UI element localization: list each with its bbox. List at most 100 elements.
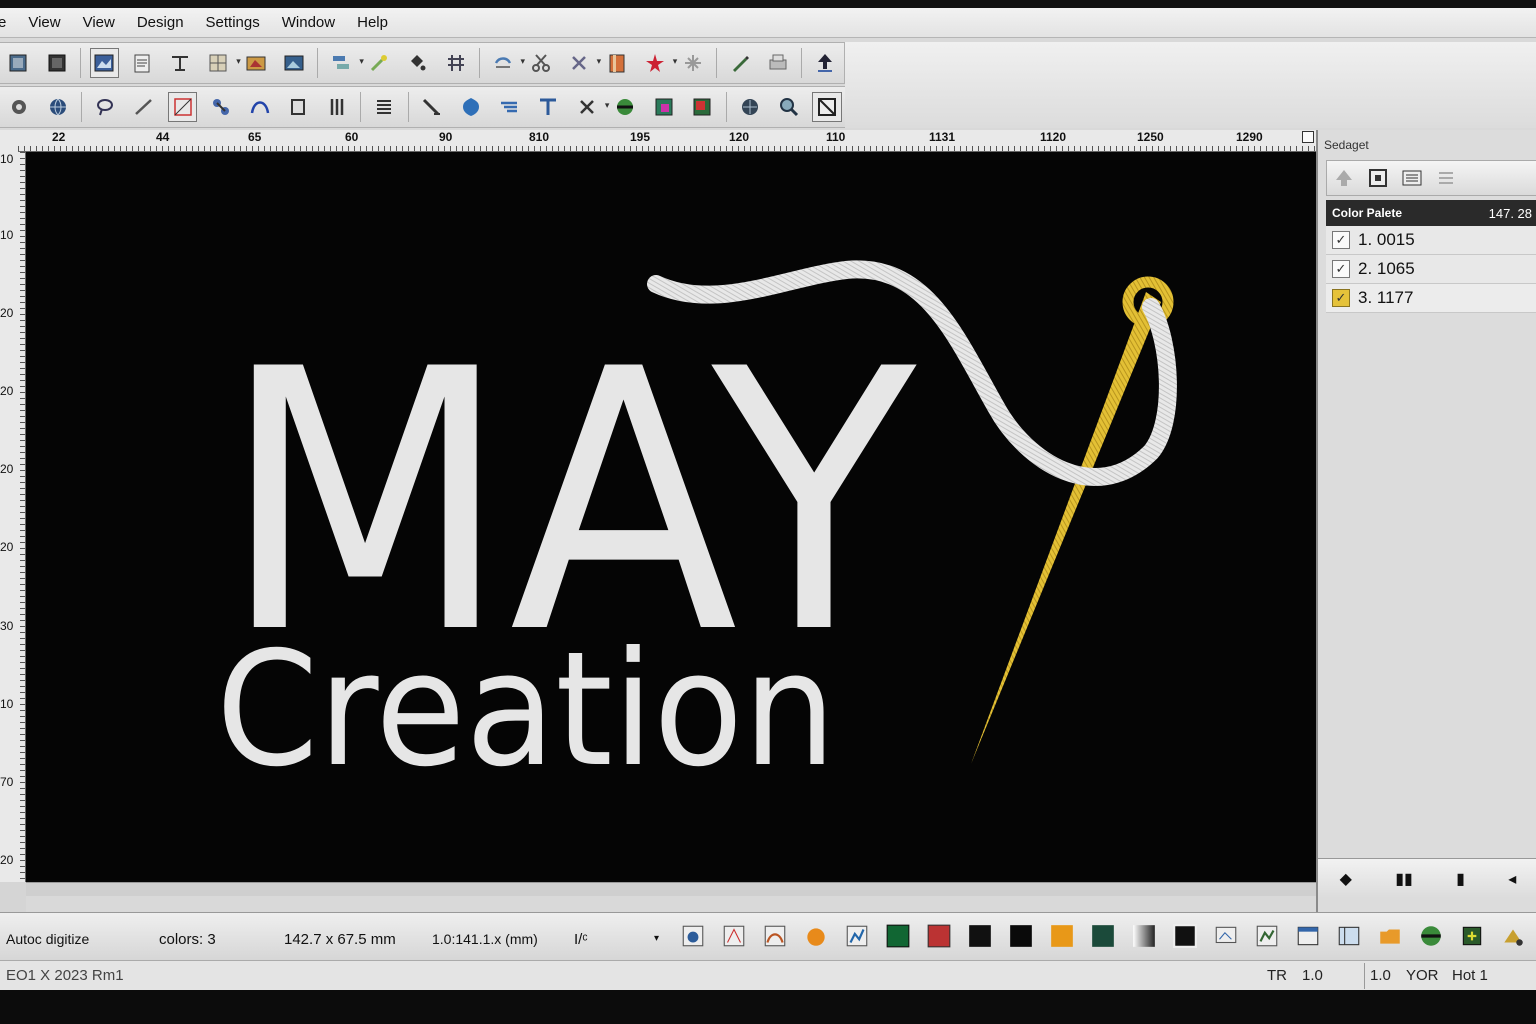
help-icon[interactable]: [1498, 921, 1528, 951]
horizontal-scrollbar[interactable]: [26, 882, 1316, 896]
ruler-label: 1290: [1236, 130, 1263, 144]
palette-color-row[interactable]: ✓ 1. 0015: [1326, 226, 1536, 255]
toolbar-background: [845, 42, 1536, 128]
book-icon[interactable]: [602, 48, 631, 78]
nav-last-button[interactable]: ◂: [1508, 869, 1516, 889]
document-icon[interactable]: [128, 48, 157, 78]
color-label: 3. 1177: [1358, 288, 1414, 307]
pencil-icon[interactable]: [725, 48, 754, 78]
frame-icon[interactable]: [1366, 166, 1390, 190]
print-icon[interactable]: [763, 48, 792, 78]
palette-color-row[interactable]: ✓ 3. 1177: [1326, 284, 1536, 313]
palette-value: 147. 28: [1488, 205, 1532, 221]
nav-next-button[interactable]: ▮: [1456, 869, 1465, 889]
star-icon[interactable]: [640, 48, 677, 78]
hoop-icon[interactable]: [812, 92, 842, 122]
arrow-up-icon[interactable]: [1332, 166, 1356, 190]
folder-icon[interactable]: [1375, 921, 1405, 951]
pattern-fill-icon[interactable]: [649, 92, 679, 122]
text-style-icon[interactable]: [166, 48, 195, 78]
sparkle-icon[interactable]: [678, 48, 707, 78]
node-edit-icon[interactable]: [206, 92, 236, 122]
satin-icon[interactable]: [370, 92, 400, 122]
motif-icon[interactable]: [688, 92, 718, 122]
pattern-icon[interactable]: [204, 48, 241, 78]
orange-shape-icon[interactable]: [801, 921, 831, 951]
cut-icon[interactable]: [564, 48, 601, 78]
layers-icon[interactable]: [1334, 921, 1364, 951]
run-stitch-icon[interactable]: [417, 92, 447, 122]
orange-swatch-icon[interactable]: [1047, 921, 1077, 951]
panel-toolbar: [1326, 160, 1536, 196]
menu-view-2[interactable]: View: [72, 8, 126, 38]
red-swatch-icon[interactable]: [924, 921, 954, 951]
palette-color-row[interactable]: ✓ 2. 1065: [1326, 255, 1536, 284]
open-icon[interactable]: [43, 48, 72, 78]
black-swatch-icon[interactable]: [965, 921, 995, 951]
text-tool-icon[interactable]: [533, 92, 563, 122]
appliqué-icon[interactable]: [610, 92, 640, 122]
black-swatch-icon[interactable]: [1006, 921, 1036, 951]
status-divider: [1364, 963, 1365, 989]
stitch-sim-icon[interactable]: [678, 921, 708, 951]
details-icon[interactable]: [1434, 166, 1458, 190]
new-icon[interactable]: [5, 48, 34, 78]
frame-swatch-icon[interactable]: [1170, 921, 1200, 951]
magic-wand-icon[interactable]: [365, 48, 394, 78]
stats-icon[interactable]: [1252, 921, 1282, 951]
fill-stitch-icon[interactable]: [495, 92, 525, 122]
color-checkbox[interactable]: ✓: [1332, 231, 1350, 249]
scissors-icon[interactable]: [526, 48, 555, 78]
nav-first-button[interactable]: ◆: [1340, 869, 1352, 889]
status-bar: Autoc digitize colors: 3 142.7 x 67.5 mm…: [0, 912, 1536, 960]
picture-icon[interactable]: [280, 48, 309, 78]
align-icon[interactable]: [327, 48, 364, 78]
menu-view[interactable]: View: [17, 8, 71, 38]
upload-icon[interactable]: [810, 48, 839, 78]
ruler-label: 20: [0, 462, 14, 476]
chevron-down-icon[interactable]: ▾: [654, 933, 659, 944]
list-view-icon[interactable]: [1400, 166, 1424, 190]
column-icon[interactable]: [322, 92, 352, 122]
shield-icon[interactable]: [456, 92, 486, 122]
trace-icon[interactable]: [719, 921, 749, 951]
window-icon[interactable]: [1293, 921, 1323, 951]
panel-navigation: ◆ ▮▮ ▮ ◂: [1318, 858, 1536, 898]
color-wheel-icon[interactable]: [1416, 921, 1446, 951]
design-canvas[interactable]: MAY Creation: [26, 152, 1316, 882]
gear-icon[interactable]: [5, 92, 35, 122]
green-swatch-icon[interactable]: [883, 921, 913, 951]
toolbar-separator: [800, 48, 802, 78]
shape-tool-icon[interactable]: [284, 92, 314, 122]
monitor-bezel-bottom: [0, 990, 1536, 1024]
ruler-label: 20: [0, 540, 14, 554]
menu-settings[interactable]: Settings: [195, 8, 271, 38]
ruler-end-box[interactable]: [1302, 131, 1314, 143]
fill-bucket-icon[interactable]: [403, 48, 432, 78]
line-tool-icon[interactable]: [129, 92, 159, 122]
menu-design[interactable]: Design: [126, 8, 195, 38]
photo-edit-icon[interactable]: [242, 48, 271, 78]
teal-swatch-icon[interactable]: [1088, 921, 1118, 951]
menu-help[interactable]: Help: [346, 8, 399, 38]
color-checkbox[interactable]: ✓: [1332, 289, 1350, 307]
menu-window[interactable]: Window: [271, 8, 346, 38]
color-checkbox[interactable]: ✓: [1332, 260, 1350, 278]
chart-view-icon[interactable]: [842, 921, 872, 951]
image-icon[interactable]: [89, 48, 119, 78]
search-icon[interactable]: [774, 92, 804, 122]
transform-icon[interactable]: [488, 48, 525, 78]
cross-stitch-icon[interactable]: [572, 92, 609, 122]
gradient-swatch-icon[interactable]: [1129, 921, 1159, 951]
lasso-icon[interactable]: [91, 92, 121, 122]
globe-icon[interactable]: [43, 92, 73, 122]
menu-file[interactable]: e: [0, 8, 17, 38]
rectangle-select-icon[interactable]: [167, 92, 198, 122]
curve-tool-icon[interactable]: [245, 92, 275, 122]
nav-pause-button[interactable]: ▮▮: [1395, 869, 1413, 889]
export-icon[interactable]: [1457, 921, 1487, 951]
display-icon[interactable]: [1211, 921, 1241, 951]
curve-view-icon[interactable]: [760, 921, 790, 951]
world-settings-icon[interactable]: [735, 92, 765, 122]
grid-tool-icon[interactable]: [441, 48, 470, 78]
